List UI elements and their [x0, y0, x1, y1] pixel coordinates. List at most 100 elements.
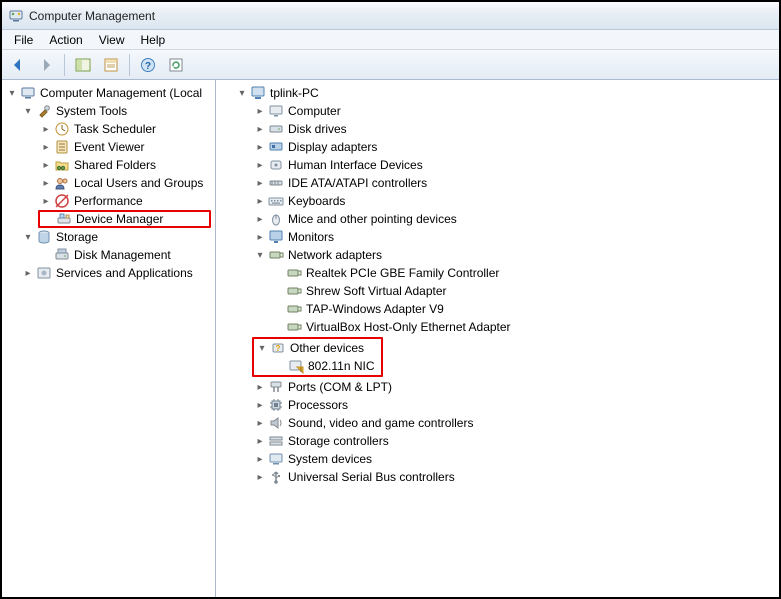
tree-storage[interactable]: ▾ Storage	[2, 228, 215, 246]
device-label: Ports (COM & LPT)	[288, 380, 396, 394]
device-root[interactable]: ▾ tplink-PC	[216, 84, 779, 102]
tree-task-scheduler[interactable]: ▸ Task Scheduler	[2, 120, 215, 138]
expander-icon[interactable]: ▸	[254, 159, 266, 171]
expander-icon[interactable]: ▸	[254, 105, 266, 117]
computer-category-icon	[268, 103, 284, 119]
expander-icon[interactable]: ▸	[254, 471, 266, 483]
device-label: Mice and other pointing devices	[288, 212, 461, 226]
device-ide[interactable]: ▸ IDE ATA/ATAPI controllers	[216, 174, 779, 192]
usb-icon	[268, 469, 284, 485]
expander-icon[interactable]: ▾	[22, 231, 34, 243]
tree-local-users-groups[interactable]: ▸ Local Users and Groups	[2, 174, 215, 192]
device-label: Realtek PCIe GBE Family Controller	[306, 266, 503, 280]
expander-icon[interactable]: ▸	[254, 399, 266, 411]
menu-view[interactable]: View	[91, 31, 133, 49]
device-mice[interactable]: ▸ Mice and other pointing devices	[216, 210, 779, 228]
device-disk-drives[interactable]: ▸ Disk drives	[216, 120, 779, 138]
device-storage-controllers[interactable]: ▸ Storage controllers	[216, 432, 779, 450]
storage-controller-icon	[268, 433, 284, 449]
storage-icon	[36, 229, 52, 245]
show-hide-tree-button[interactable]	[71, 53, 95, 77]
tree-disk-management[interactable]: · Disk Management	[2, 246, 215, 264]
device-display-adapters[interactable]: ▸ Display adapters	[216, 138, 779, 156]
device-usb[interactable]: ▸ Universal Serial Bus controllers	[216, 468, 779, 486]
expander-icon[interactable]: ▸	[40, 177, 52, 189]
device-vbox[interactable]: · VirtualBox Host-Only Ethernet Adapter	[216, 318, 779, 336]
expander-icon[interactable]: ▸	[40, 195, 52, 207]
tree-root-computer-management[interactable]: ▾ Computer Management (Local	[2, 84, 215, 102]
computer-icon	[250, 85, 266, 101]
ports-icon	[268, 379, 284, 395]
expander-icon[interactable]: ▾	[256, 342, 268, 354]
forward-button[interactable]	[34, 53, 58, 77]
expander-icon[interactable]: ▸	[40, 141, 52, 153]
tree-system-tools[interactable]: ▾ System Tools	[2, 102, 215, 120]
device-other-devices[interactable]: ▾ ? Other devices	[256, 339, 379, 357]
expander-icon[interactable]: ▾	[236, 87, 248, 99]
device-label: Human Interface Devices	[288, 158, 427, 172]
expander-icon[interactable]: ▸	[40, 123, 52, 135]
device-sound[interactable]: ▸ Sound, video and game controllers	[216, 414, 779, 432]
expander-icon[interactable]: ▸	[254, 435, 266, 447]
device-tap[interactable]: · TAP-Windows Adapter V9	[216, 300, 779, 318]
expander-icon[interactable]: ▸	[40, 159, 52, 171]
expander-icon[interactable]: ▸	[22, 267, 34, 279]
expander-icon[interactable]: ▾	[6, 87, 18, 99]
menu-file[interactable]: File	[6, 31, 41, 49]
device-label: TAP-Windows Adapter V9	[306, 302, 448, 316]
expander-icon[interactable]: ▸	[254, 177, 266, 189]
other-devices-icon: ?	[270, 340, 286, 356]
device-realtek[interactable]: · Realtek PCIe GBE Family Controller	[216, 264, 779, 282]
content-area: ▾ Computer Management (Local ▾ System To…	[2, 80, 779, 597]
tree-label: Shared Folders	[74, 158, 160, 172]
refresh-button[interactable]	[164, 53, 188, 77]
device-system-devices[interactable]: ▸ System devices	[216, 450, 779, 468]
expander-icon[interactable]: ▸	[254, 213, 266, 225]
console-tree[interactable]: ▾ Computer Management (Local ▾ System To…	[2, 84, 215, 282]
help-button[interactable]: ?	[136, 53, 160, 77]
tree-services-apps[interactable]: ▸ Services and Applications	[2, 264, 215, 282]
menu-help[interactable]: Help	[133, 31, 174, 49]
device-ports[interactable]: ▸ Ports (COM & LPT)	[216, 378, 779, 396]
tree-label: Storage	[56, 230, 102, 244]
device-keyboards[interactable]: ▸ Keyboards	[216, 192, 779, 210]
expander-icon[interactable]: ▾	[254, 249, 266, 261]
toolbar-separator-2	[129, 54, 130, 76]
expander-icon[interactable]: ▸	[254, 453, 266, 465]
properties-button[interactable]	[99, 53, 123, 77]
nic-icon	[286, 319, 302, 335]
expander-icon[interactable]: ▸	[254, 381, 266, 393]
svg-text:!: !	[300, 368, 302, 374]
expander-icon[interactable]: ▸	[254, 123, 266, 135]
svg-text:?: ?	[276, 344, 281, 353]
menu-action[interactable]: Action	[41, 31, 90, 49]
performance-icon	[54, 193, 70, 209]
mouse-icon	[268, 211, 284, 227]
expander-icon[interactable]: ▾	[22, 105, 34, 117]
expander-icon[interactable]: ▸	[254, 231, 266, 243]
back-button[interactable]	[6, 53, 30, 77]
expander-icon[interactable]: ▸	[254, 417, 266, 429]
tree-performance[interactable]: ▸ Performance	[2, 192, 215, 210]
device-hid[interactable]: ▸ Human Interface Devices	[216, 156, 779, 174]
expander-icon[interactable]: ▸	[254, 195, 266, 207]
clock-icon	[54, 121, 70, 137]
device-label: Universal Serial Bus controllers	[288, 470, 459, 484]
system-devices-icon	[268, 451, 284, 467]
tree-label: Device Manager	[76, 212, 167, 226]
device-tree[interactable]: ▾ tplink-PC ▸ Computer ▸ Disk drives	[216, 84, 779, 486]
device-monitors[interactable]: ▸ Monitors	[216, 228, 779, 246]
network-adapter-icon	[268, 247, 284, 263]
device-label: Shrew Soft Virtual Adapter	[306, 284, 451, 298]
device-80211n-nic[interactable]: · ! 802.11n NIC	[256, 357, 379, 375]
tree-device-manager[interactable]: · Device Manager	[38, 210, 211, 228]
tree-event-viewer[interactable]: ▸ Event Viewer	[2, 138, 215, 156]
device-network-adapters[interactable]: ▾ Network adapters	[216, 246, 779, 264]
expander-icon[interactable]: ▸	[254, 141, 266, 153]
tree-shared-folders[interactable]: ▸ Shared Folders	[2, 156, 215, 174]
device-processors[interactable]: ▸ Processors	[216, 396, 779, 414]
device-label: Monitors	[288, 230, 338, 244]
device-shrew[interactable]: · Shrew Soft Virtual Adapter	[216, 282, 779, 300]
device-label: Processors	[288, 398, 352, 412]
device-computer[interactable]: ▸ Computer	[216, 102, 779, 120]
